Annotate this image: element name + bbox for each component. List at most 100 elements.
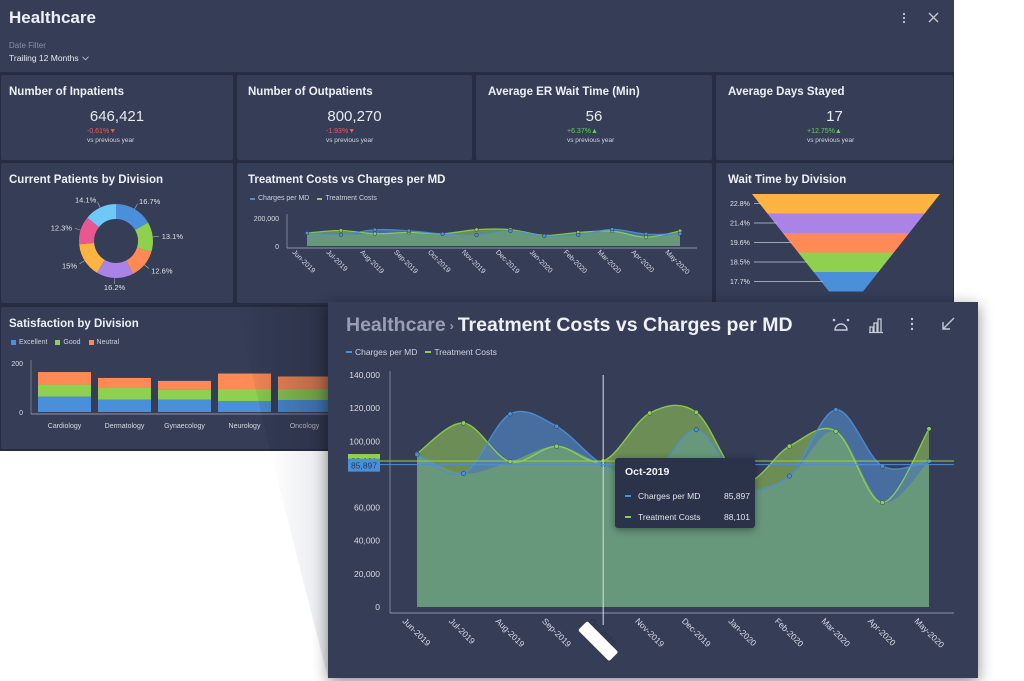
- data-point-charges: [786, 473, 792, 479]
- donut-label: 16.2%: [104, 283, 126, 292]
- kpi-title: Average Days Stayed: [728, 86, 845, 98]
- data-point-charges: [576, 232, 581, 237]
- funnel-label: 21.4%: [730, 221, 750, 228]
- funnel-segment: [782, 233, 910, 253]
- stage: Healthcare Date Filter Trailing 12 Month…: [0, 0, 1024, 681]
- satisfaction-chart: 0 200 Cardiology Dermatology Gynaecology Neur…: [11, 360, 341, 430]
- kpi-value: 646,421: [89, 108, 145, 125]
- data-point-treatment: [833, 428, 839, 434]
- small-line-card[interactable]: Treatment Costs vs Charges per MD Charge…: [237, 163, 712, 303]
- kpi-card-days-stayed[interactable]: Average Days Stayed 17 +12.75%▲ vs previ…: [716, 75, 953, 160]
- x-tick-label: Aug-2019: [358, 249, 384, 275]
- x-tick-label: Dec-2019: [680, 616, 713, 649]
- kpi-title: Number of Outpatients: [248, 86, 373, 98]
- x-tick-label: Jul-2019: [447, 616, 477, 646]
- kpi-card-inpatients[interactable]: Number of Inpatients 646,421 -0.61%▼ vs …: [1, 75, 233, 160]
- bar-segment-excellent: [158, 399, 211, 412]
- donut-label: 12.3%: [51, 223, 73, 232]
- tooltip-row-treatment: Treatment Costs 88,101: [625, 512, 750, 522]
- bar-segment-good: [278, 388, 331, 400]
- data-point-treatment: [693, 409, 699, 415]
- kpi-value: 800,270: [327, 108, 382, 125]
- donut-leader-line: [152, 235, 159, 238]
- data-point-charges: [693, 427, 699, 433]
- bar-segment-excellent: [278, 399, 331, 412]
- y-tick-label: 40,000: [354, 536, 380, 546]
- y-tick-label: 60,000: [354, 503, 380, 513]
- funnel-label: 19.6%: [730, 240, 750, 247]
- donut-leader-line: [74, 228, 81, 231]
- data-point-charges: [461, 471, 466, 477]
- kpi-value: 56: [585, 108, 603, 125]
- kpi-delta-text: +12.75%: [807, 128, 835, 135]
- x-tick-label: Apr-2020: [630, 249, 655, 274]
- x-tick-label: Mar-2020: [819, 616, 852, 649]
- tooltip-label: Treatment Costs: [638, 512, 701, 522]
- data-point-charges: [833, 407, 839, 413]
- bar-segment-neutral: [158, 380, 211, 390]
- data-point-charges: [304, 231, 310, 236]
- donut-label: 16.7%: [139, 197, 161, 206]
- small-line-chart: 0 200,000 Jun-2019 Jul-2019 Aug-2019 Sep-2019…: [254, 214, 697, 276]
- data-point-charges: [677, 231, 683, 236]
- funnel-segment: [798, 252, 894, 272]
- funnel-card[interactable]: Wait Time by Division 22.8% 21.4% 19.6% 18.…: [716, 163, 953, 303]
- tooltip-label: Charges per MD: [638, 491, 701, 501]
- kpi-delta-text: -0.61%: [87, 128, 110, 135]
- dashboard-title: Healthcare: [9, 8, 96, 27]
- bar-segment-excellent: [98, 399, 151, 412]
- satisfaction-card[interactable]: Satisfaction by Division Excellent Good …: [1, 307, 341, 449]
- kpi-title: Number of Inpatients: [9, 86, 125, 98]
- x-tick-label: Aug-2019: [494, 616, 527, 649]
- donut-leader-line: [134, 203, 138, 210]
- data-point-charges: [414, 452, 420, 457]
- data-point-charges: [338, 232, 343, 237]
- x-tick-label: Jun-2019: [291, 249, 317, 275]
- y-tick-label: 20,000: [354, 569, 380, 579]
- bar-segment-good: [218, 388, 271, 401]
- data-point-treatment: [647, 410, 653, 416]
- y-tick-label: 200,000: [254, 216, 279, 223]
- x-tick-label: Gynaecology: [164, 423, 205, 430]
- data-point-charges: [372, 227, 377, 232]
- date-filter-dropdown[interactable]: Trailing 12 Months: [9, 53, 89, 63]
- tooltip-value: 88,101: [724, 512, 750, 522]
- donut-leader-line: [97, 202, 101, 208]
- funnel-label: 17.7%: [730, 279, 750, 286]
- x-tick-label: Dermatology: [105, 423, 145, 430]
- donut-leader-line: [144, 264, 150, 269]
- donut-card[interactable]: Current Patients by Division 16.7% 13.1% 1…: [1, 163, 233, 303]
- kpi-delta: -1.93%▼: [326, 128, 355, 135]
- bar-segment-good: [38, 384, 91, 397]
- data-point-treatment: [554, 443, 560, 449]
- chevron-down-icon: [81, 55, 89, 60]
- kpi-subtitle: vs previous year: [567, 137, 615, 144]
- data-point-charges: [507, 411, 513, 417]
- kpi-card-outpatients[interactable]: Number of Outpatients 800,270 -1.93%▼ vs…: [237, 75, 472, 160]
- data-point-treatment: [372, 231, 377, 236]
- y-tick-label: 140,000: [349, 370, 380, 380]
- y-tick-label: 0: [375, 602, 380, 612]
- close-icon: [928, 12, 939, 23]
- more-options-button[interactable]: [901, 11, 907, 25]
- funnel-segment: [767, 213, 925, 233]
- x-tick-label: May-2020: [913, 616, 947, 650]
- kpi-subtitle: vs previous year: [87, 137, 135, 144]
- x-tick-label: Nov-2019: [460, 249, 486, 275]
- x-tick-label: Neurology: [229, 423, 261, 430]
- data-point-treatment: [786, 443, 792, 449]
- kpi-card-er-wait[interactable]: Average ER Wait Time (Min) 56 +6.37%▲ vs…: [476, 75, 712, 160]
- data-point-charges: [554, 423, 560, 429]
- crosshair-badge-charges-text: 85,897: [351, 461, 377, 471]
- kpi-subtitle: vs previous year: [807, 137, 855, 144]
- tooltip-value: 85,897: [724, 491, 750, 501]
- donut-label: 12.6%: [151, 267, 173, 276]
- bar-segment-neutral: [278, 376, 331, 389]
- data-point-treatment: [338, 228, 343, 233]
- x-tick-label: Mar-2020: [596, 249, 622, 275]
- data-point-charges: [542, 233, 547, 238]
- kpi-delta: -0.61%▼: [87, 128, 116, 135]
- close-button[interactable]: [927, 11, 940, 24]
- date-filter-value: Trailing 12 Months: [9, 53, 79, 63]
- x-tick-label: May-2020: [664, 249, 691, 276]
